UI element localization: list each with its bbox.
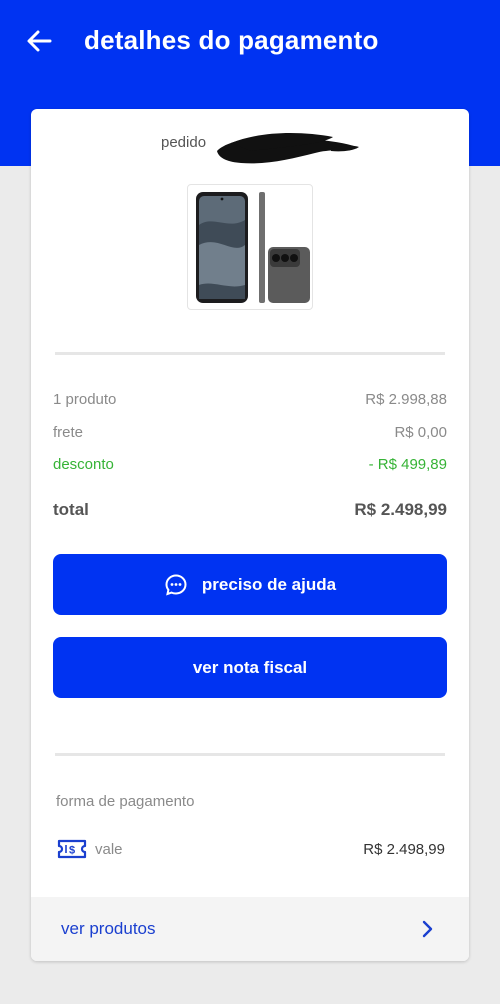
view-invoice-button[interactable]: ver nota fiscal	[53, 637, 447, 698]
shipping-value: R$ 0,00	[394, 424, 447, 441]
summary-total-row: total R$ 2.498,99	[53, 500, 447, 520]
help-button-label: preciso de ajuda	[201, 574, 337, 594]
summary-shipping-row: frete R$ 0,00	[53, 424, 447, 441]
invoice-button-label: ver nota fiscal	[192, 657, 308, 677]
product-image[interactable]	[187, 184, 313, 310]
discount-label: desconto	[53, 456, 114, 473]
view-products-link[interactable]: ver produtos	[31, 897, 469, 961]
chevron-right-icon	[422, 920, 433, 938]
divider	[55, 753, 445, 756]
products-value: R$ 2.998,88	[365, 391, 447, 408]
svg-text:$: $	[69, 845, 75, 857]
summary-products-row: 1 produto R$ 2.998,88	[53, 391, 447, 408]
discount-value: - R$ 499,89	[368, 456, 447, 473]
view-products-label: ver produtos	[61, 919, 156, 938]
products-label: 1 produto	[53, 391, 117, 408]
payment-method-title: forma de pagamento	[56, 793, 195, 810]
arrow-left-icon	[27, 30, 52, 52]
payment-amount: R$ 2.498,99	[363, 840, 445, 858]
payment-details-card: pedido 1 produto R$ 2.998,88 frete R$ 0,…	[31, 109, 469, 961]
order-label: pedido	[161, 134, 207, 151]
total-label: total	[53, 500, 89, 519]
divider	[55, 352, 445, 355]
smartphone-image	[196, 192, 310, 303]
shipping-label: frete	[53, 424, 84, 441]
back-button[interactable]	[22, 24, 56, 58]
help-button[interactable]: preciso de ajuda	[53, 554, 447, 615]
voucher-icon: $	[57, 839, 87, 859]
payment-method-row: $ vale R$ 2.498,99	[57, 839, 445, 859]
total-value: R$ 2.498,99	[354, 500, 447, 519]
summary-discount-row: desconto - R$ 499,89	[53, 456, 447, 473]
order-number-redaction	[217, 133, 359, 164]
payment-method-name: vale	[95, 840, 123, 858]
chat-bubble-icon	[164, 573, 188, 597]
page-title: detalhes do pagamento	[84, 25, 379, 55]
